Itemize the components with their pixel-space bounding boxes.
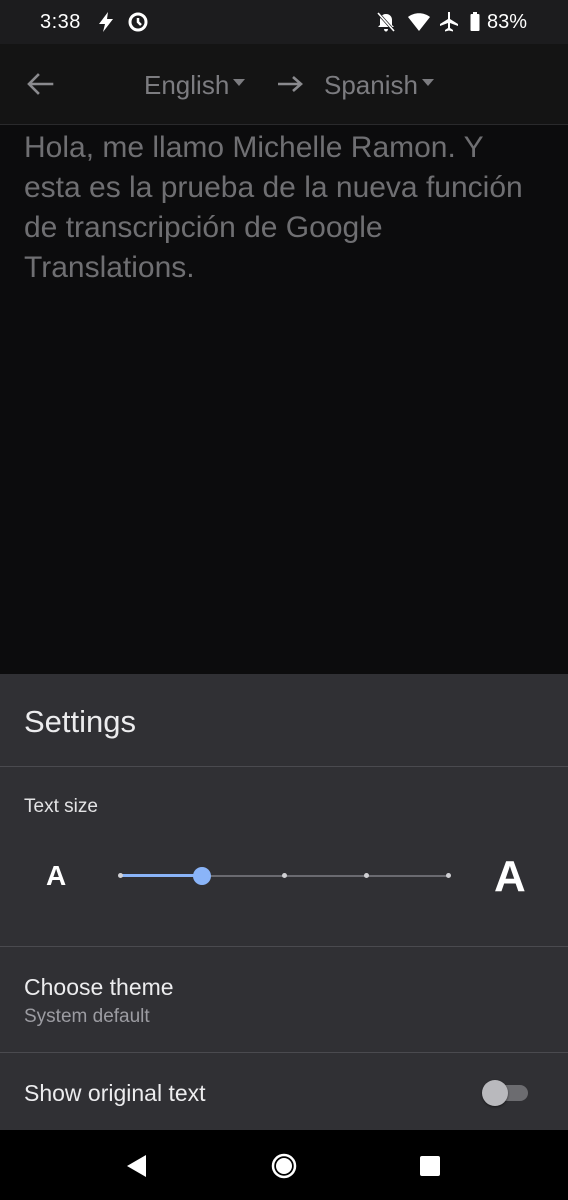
slider-tick [281,873,287,878]
large-text-glyph: A [494,852,526,901]
flash-icon [99,12,113,32]
dropdown-caret-icon [421,78,434,86]
status-time: 3:38 [40,11,81,33]
text-size-label: Text size [24,796,98,817]
slider-tick [363,873,369,878]
target-language-label: Spanish [324,70,418,100]
recents-icon[interactable] [416,1152,444,1180]
dropdown-caret-icon [233,78,246,86]
settings-sheet: Settings Text size A A Choose theme Syst… [0,674,568,1130]
text-size-slider[interactable] [117,864,451,888]
app-bar: English Spanish [0,44,568,125]
target-language-selector[interactable]: Spanish [324,70,434,101]
status-bar: 3:38 83% [0,0,568,44]
slider-tick [445,873,451,878]
back-arrow-icon[interactable] [24,70,56,98]
home-icon[interactable] [270,1152,298,1180]
settings-title: Settings [24,704,137,739]
transcript-text: Hola, me llamo Michelle Ramon. Y esta es… [24,131,523,284]
divider [0,1052,568,1053]
toggle-thumb [482,1080,508,1106]
divider [0,766,568,767]
source-language-label: English [144,70,230,100]
theme-value: System default [24,1006,150,1027]
back-icon[interactable] [122,1152,150,1180]
choose-theme-label: Choose theme [24,974,174,1000]
battery-percent: 83% [486,11,527,33]
slider-thumb[interactable] [193,867,211,885]
battery-icon [470,12,480,31]
slider-tick [117,873,123,878]
slider-fill [120,874,202,877]
arrow-right-icon [278,76,303,92]
airplane-icon [440,12,458,32]
small-text-glyph: A [46,860,67,891]
wifi-icon [408,13,430,31]
show-original-text-label: Show original text [24,1080,206,1106]
show-original-text-toggle[interactable] [482,1080,530,1106]
divider [0,946,568,947]
navigation-bar [0,1130,568,1200]
source-language-selector[interactable]: English [144,70,246,101]
data-saver-icon [128,12,148,32]
notifications-off-icon [376,12,396,32]
screen: 3:38 83% English Spanish Hola, me llamo … [0,0,568,1200]
